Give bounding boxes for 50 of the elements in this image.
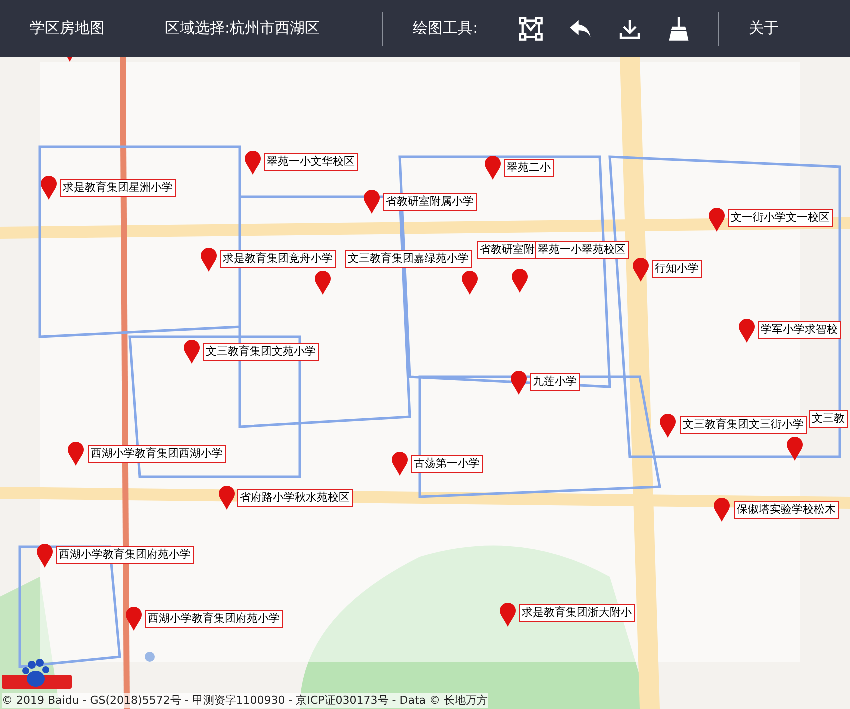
school-label[interactable]: 求是教育集团星洲小学: [60, 179, 176, 197]
school-label[interactable]: 求是教育集团竞舟小学: [220, 250, 336, 268]
school-label[interactable]: 文一街小学文一校区: [728, 209, 833, 227]
school-label[interactable]: 翠苑二小: [504, 159, 554, 177]
school-label[interactable]: 文三教育集团文三街小学: [680, 416, 807, 434]
school-label[interactable]: 翠苑一小翠苑校区: [535, 241, 629, 259]
map-pin-icon[interactable]: [485, 156, 501, 180]
school-label[interactable]: 省教研室附: [477, 241, 538, 259]
map-pin-icon[interactable]: [511, 371, 527, 395]
school-label[interactable]: 求是教育集团浙大附小: [519, 604, 635, 622]
school-label[interactable]: 文三教育集团文苑小学: [203, 343, 319, 361]
school-label[interactable]: 古荡第一小学: [411, 455, 483, 473]
map-pin-icon[interactable]: [739, 319, 755, 343]
map-pin-icon[interactable]: [68, 442, 84, 466]
map-pin-icon[interactable]: [660, 414, 676, 438]
map-pin-icon[interactable]: [462, 271, 478, 295]
map-pin-icon[interactable]: [315, 271, 331, 295]
map-pin-icon[interactable]: [364, 190, 380, 214]
map-pin-icon[interactable]: [219, 486, 235, 510]
school-label[interactable]: 西湖小学教育集团府苑小学: [145, 610, 283, 628]
map-pin-icon[interactable]: [184, 340, 200, 364]
polygon-select-icon[interactable]: [518, 16, 544, 42]
map-pin-icon[interactable]: [126, 607, 142, 631]
school-label[interactable]: 省教研室附属小学: [383, 193, 477, 211]
map-pin-icon[interactable]: [633, 258, 649, 282]
school-label[interactable]: 翠苑一小文华校区: [264, 153, 358, 171]
map-pin-icon[interactable]: [709, 208, 725, 232]
school-label[interactable]: 行知小学: [652, 260, 702, 278]
map-pin-icon[interactable]: [500, 603, 516, 627]
school-label[interactable]: 保俶塔实验学校松木: [734, 501, 839, 519]
map-pin-icon[interactable]: [201, 248, 217, 272]
map-pin-icon[interactable]: [37, 544, 53, 568]
region-select[interactable]: 区域选择:杭州市西湖区: [165, 19, 320, 38]
copyright-text: © 2019 Baidu - GS(2018)5572号 - 甲测资字1100930 - 京ICP证030173号 - Data © 长地万方: [2, 693, 488, 708]
school-label[interactable]: 文三教: [809, 410, 848, 428]
school-label[interactable]: 学军小学求智校: [758, 321, 841, 339]
app-title: 学区房地图: [30, 19, 105, 38]
about-button[interactable]: 关于: [749, 19, 780, 38]
map-pin-icon[interactable]: [714, 498, 730, 522]
map-pin-icon[interactable]: [41, 176, 57, 200]
school-label[interactable]: 西湖小学教育集团西湖小学: [88, 445, 226, 463]
map-pin-icon[interactable]: [245, 151, 261, 175]
school-label[interactable]: 文三教育集团嘉绿苑小学: [345, 250, 472, 268]
map-pin-icon[interactable]: [392, 452, 408, 476]
school-label[interactable]: 省府路小学秋水苑校区: [237, 489, 353, 507]
school-label[interactable]: 九莲小学: [530, 373, 580, 391]
map-pin-icon[interactable]: [787, 437, 803, 461]
map-pin-icon[interactable]: [512, 269, 528, 293]
tools-label: 绘图工具:: [413, 19, 478, 38]
school-label[interactable]: 西湖小学教育集团府苑小学: [56, 546, 194, 564]
